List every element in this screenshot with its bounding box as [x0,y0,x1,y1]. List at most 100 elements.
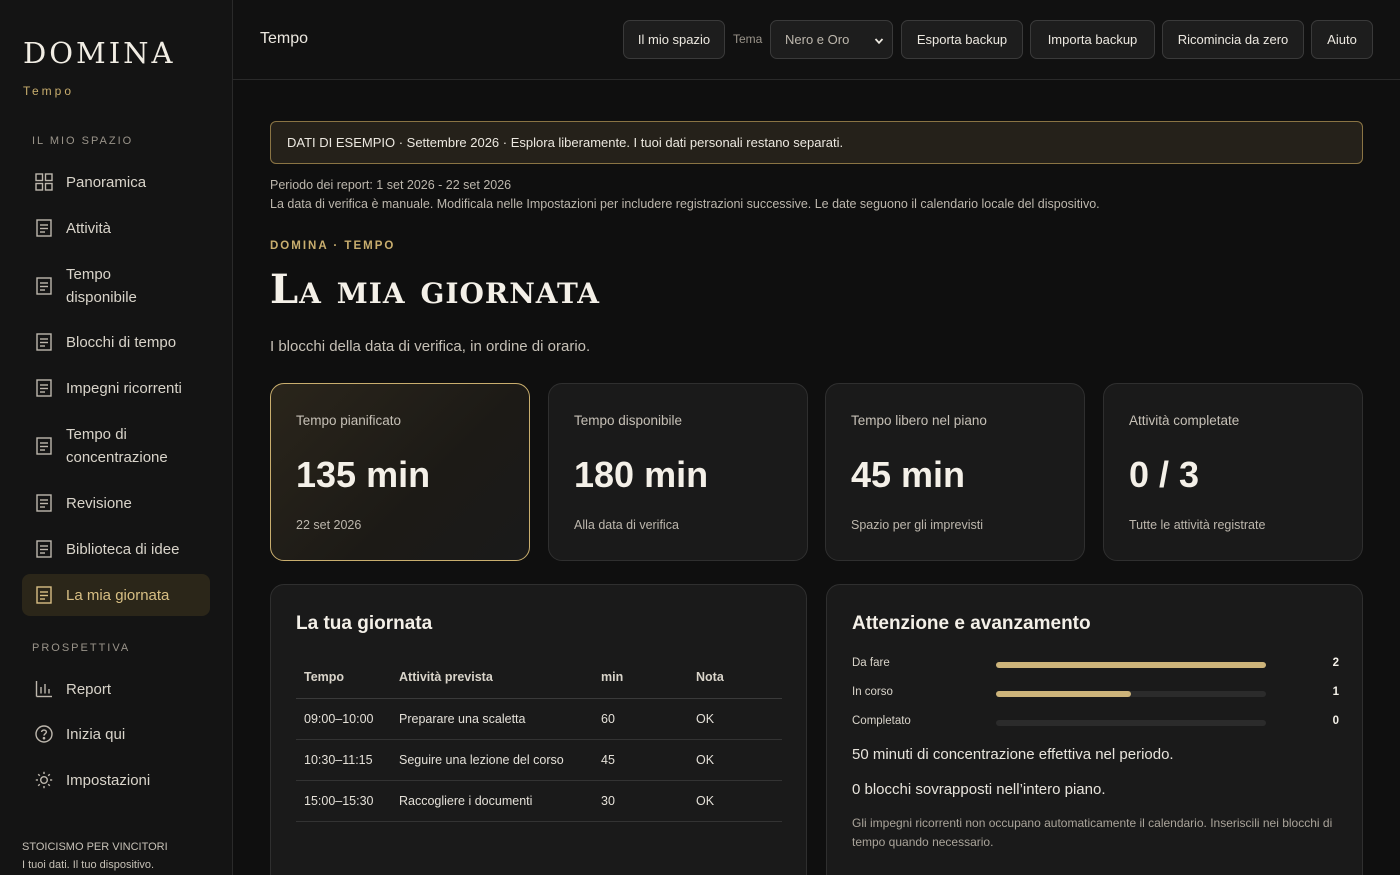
chevron-down-icon [874,34,884,49]
progress-track [996,662,1266,668]
table-row: 10:30–11:15 Seguire una lezione del cors… [296,739,782,781]
document-icon [34,436,54,456]
cell-activity: Seguire una lezione del corso [391,739,593,781]
sidebar-item-biblioteca[interactable]: Biblioteca di idee [22,529,210,569]
theme-select-value: Nero e Oro [785,32,850,47]
stat-label: Tempo pianificato [296,413,402,428]
sidebar-item-label: Inizia qui [66,725,126,743]
export-backup-button[interactable]: Esporta backup [901,20,1023,59]
document-icon [34,585,54,605]
panel-title: La tua giornata [296,613,433,634]
table-row: 09:00–10:00 Preparare una scaletta 60 OK [296,698,782,740]
sample-data-banner: DATI DI ESEMPIO · Settembre 2026 · Esplo… [270,121,1363,164]
progress-fill [996,691,1131,697]
sidebar-item-label: Revisione [66,494,132,512]
progress-value: 0 [1332,715,1339,727]
bar-chart-icon [34,679,54,699]
report-period: Periodo dei report: 1 set 2026 - 22 set … [270,178,512,192]
sidebar-item-inizia-qui[interactable]: Inizia qui [22,714,210,754]
stat-value: 135 min [296,454,431,495]
reset-button[interactable]: Ricomincia da zero [1162,20,1304,59]
help-button[interactable]: Aiuto [1311,20,1373,59]
progress-fill [996,662,1266,668]
cell-note: OK [688,739,782,781]
stat-card-completed: Attività completate 0 / 3 Tutte le attiv… [1103,383,1363,561]
sidebar-item-attivita[interactable]: Attività [22,208,210,248]
stat-note: Spazio per gli imprevisti [851,518,983,532]
stat-note: Tutte le attività registrate [1129,518,1266,532]
sidebar-item-panoramica[interactable]: Panoramica [22,162,210,202]
column-header: Nota [688,656,782,699]
stat-value: 45 min [851,454,966,495]
sidebar-item-concentrazione[interactable]: Tempo di concentrazione [22,422,210,470]
topbar: Tempo Il mio spazio Tema Nero e Oro Espo… [233,0,1400,80]
schedule-table: Tempo Attività prevista min Nota 09:00–1… [296,656,782,822]
schedule-panel: La tua giornata Tempo Attività prevista … [270,584,807,875]
brand-subtitle: Tempo [23,84,75,98]
sidebar-item-revisione[interactable]: Revisione [22,483,210,523]
progress-value: 2 [1332,657,1339,669]
focus-summary: 50 minuti di concentrazione effettiva ne… [852,746,1174,763]
stat-card-available: Tempo disponibile 180 min Alla data di v… [548,383,808,561]
sidebar-item-tempo-disponibile[interactable]: Tempo disponibile [22,262,210,310]
cell-minutes: 45 [593,739,688,781]
topbar-title: Tempo [260,30,309,47]
cell-note: OK [688,780,782,822]
footer-tagline: I tuoi dati. Il tuo dispositivo. [22,859,155,871]
cell-time: 09:00–10:00 [296,698,391,740]
page-eyebrow: DOMINA · TEMPO [270,240,396,252]
progress-track [996,720,1266,726]
sidebar-item-label: Attività [66,219,112,237]
document-icon [34,276,54,296]
sidebar-item-report[interactable]: Report [22,669,210,709]
sidebar-footer: STOICISMO PER VINCITORI I tuoi dati. Il … [22,838,168,874]
progress-label: In corso [852,686,893,698]
sidebar-item-blocchi[interactable]: Blocchi di tempo [22,322,210,362]
document-icon [34,493,54,513]
progress-row-completed: Completato 0 [852,715,1339,731]
stat-label: Tempo disponibile [574,413,683,428]
cell-minutes: 60 [593,698,688,740]
stat-label: Tempo libero nel piano [851,413,987,428]
overlap-summary: 0 blocchi sovrapposti nell’intero piano. [852,781,1106,798]
document-icon [34,332,54,352]
panel-title: Attenzione e avanzamento [852,613,1091,634]
document-icon [34,378,54,398]
sidebar-item-label: Blocchi di tempo [66,333,177,351]
document-icon [34,218,54,238]
stat-value: 180 min [574,454,709,495]
sidebar-item-label: Tempo disponibile [66,266,137,306]
stat-note: 22 set 2026 [296,518,362,532]
document-icon [34,539,54,559]
stat-card-planned: Tempo pianificato 135 min 22 set 2026 [270,383,530,561]
sidebar-item-label: Tempo di concentrazione [66,426,168,466]
cell-time: 15:00–15:30 [296,780,391,822]
footer-brand: STOICISMO PER VINCITORI [22,841,168,853]
progress-panel: Attenzione e avanzamento Da fare 2 In co… [826,584,1363,875]
theme-select[interactable]: Nero e Oro [770,20,893,59]
sidebar-item-impegni[interactable]: Impegni ricorrenti [22,368,210,408]
cell-minutes: 30 [593,780,688,822]
sidebar-item-label: Impostazioni [66,771,151,789]
progress-label: Da fare [852,657,890,669]
cell-activity: Raccogliere i documenti [391,780,593,822]
column-header: Attività prevista [391,656,593,699]
sidebar: DOMINA Tempo IL MIO SPAZIO Panoramica At… [0,0,233,875]
sidebar-item-label: Panoramica [66,173,147,191]
my-space-button[interactable]: Il mio spazio [623,20,725,59]
page-subtitle: I blocchi della data di verifica, in ord… [270,338,591,355]
progress-label: Completato [852,715,911,727]
stat-label: Attività completate [1129,413,1240,428]
sidebar-item-label: Biblioteca di idee [66,540,180,558]
progress-row-in-progress: In corso 1 [852,686,1339,702]
stat-value: 0 / 3 [1129,454,1200,495]
page-title: La mia giornata [270,266,601,313]
table-row: 15:00–15:30 Raccogliere i documenti 30 O… [296,780,782,822]
column-header: min [593,656,688,699]
sidebar-item-impostazioni[interactable]: Impostazioni [22,760,210,800]
sidebar-item-la-mia-giornata[interactable]: La mia giornata [22,574,210,616]
sidebar-item-label: Impegni ricorrenti [66,379,182,397]
column-header: Tempo [296,656,391,699]
import-backup-button[interactable]: Importa backup [1030,20,1155,59]
table-header-row: Tempo Attività prevista min Nota [296,656,782,699]
